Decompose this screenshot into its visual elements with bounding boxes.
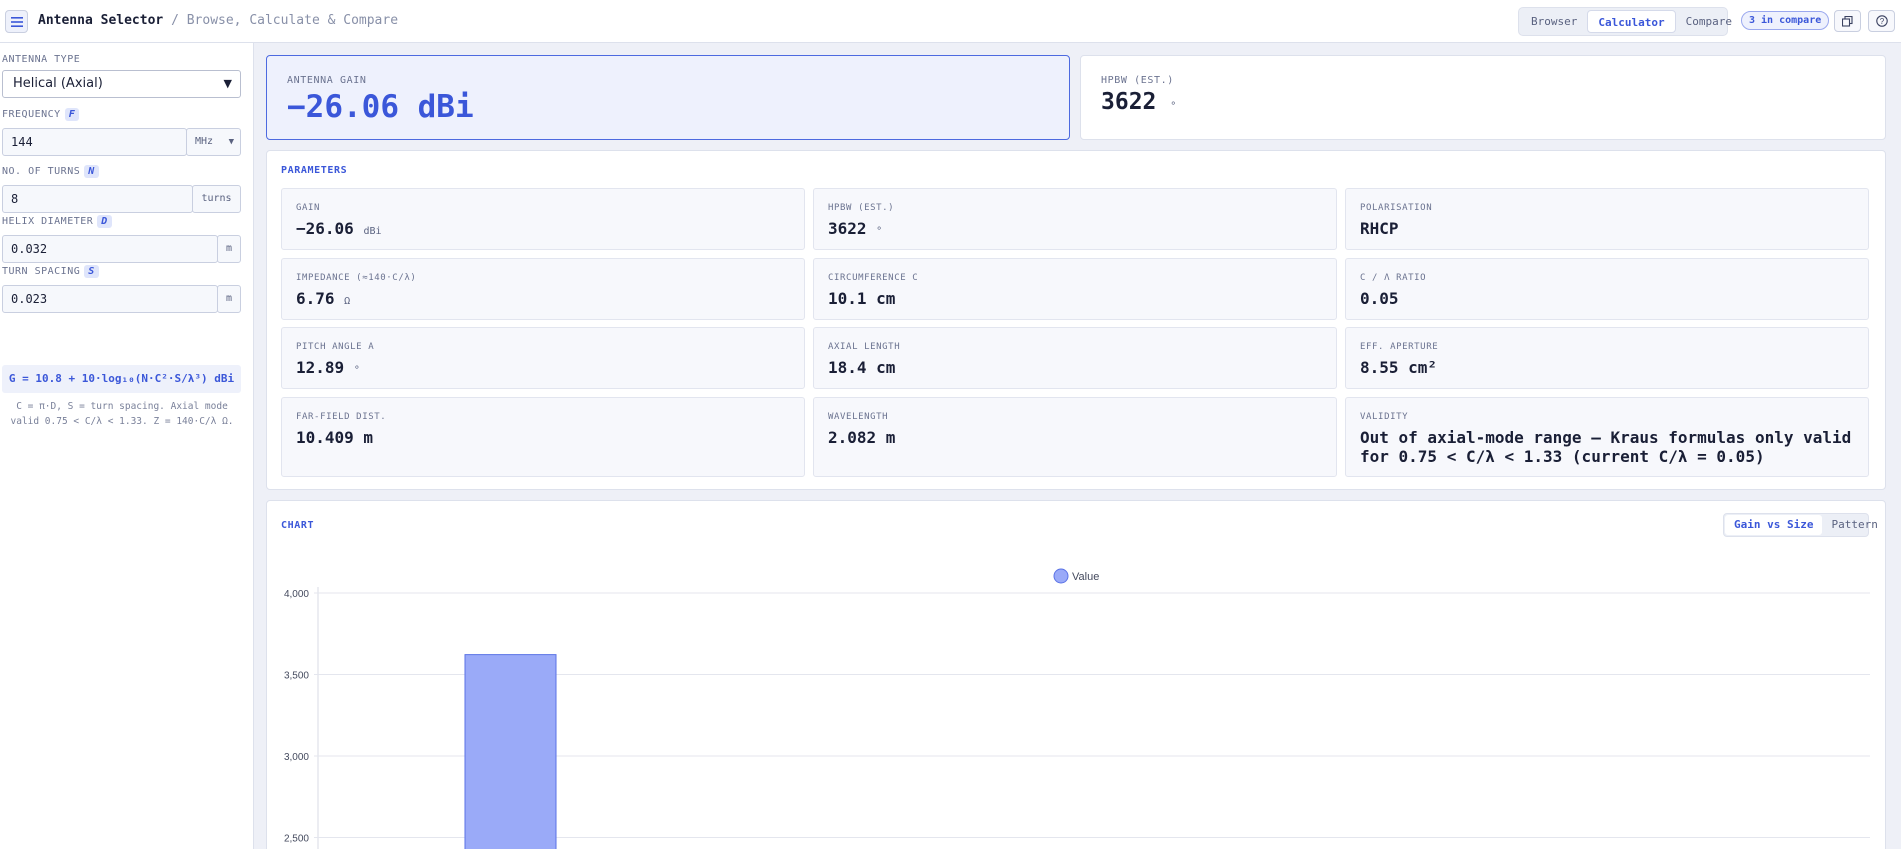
chevron-down-icon: ▼ <box>228 137 234 147</box>
copy-button[interactable] <box>1834 10 1861 32</box>
parameter-value: 10.409 m <box>296 428 374 447</box>
svg-text:?: ? <box>1879 17 1884 26</box>
parameter-value: RHCP <box>1360 219 1399 238</box>
gain-summary-label: ANTENNA GAIN <box>287 75 367 86</box>
help-icon: ? <box>1875 15 1888 27</box>
parameter-card: PITCH ANGLE Α 12.89 ° <box>281 327 805 389</box>
app-subtitle: / Browse, Calculate & Compare <box>171 13 399 28</box>
frequency-label: FREQUENCY F <box>2 108 80 121</box>
parameter-card: IMPEDANCE (≈140·C/λ) 6.76 Ω <box>281 258 805 320</box>
input-sidebar: ANTENNA TYPE Helical (Axial) ▼ FREQUENCY… <box>0 43 254 849</box>
menu-button[interactable] <box>5 10 28 33</box>
turns-unit: turns <box>192 185 241 213</box>
spacing-label: TURN SPACING S <box>2 265 99 278</box>
y-tick-label: 4,000 <box>284 589 309 600</box>
parameter-value: 2.082 m <box>828 428 896 447</box>
frequency-unit-select[interactable]: MHz ▼ <box>186 128 241 156</box>
parameter-value: 6.76 Ω <box>296 289 351 308</box>
parameter-label: IMPEDANCE (≈140·C/λ) <box>296 273 417 283</box>
parameter-value: 8.55 cm² <box>1360 358 1438 377</box>
tab-browser[interactable]: Browser <box>1521 10 1587 33</box>
legend-label: Value <box>1072 571 1099 583</box>
chart-panel: CHART Gain vs Size Pattern 2,500 3,000 3,5… <box>266 500 1886 849</box>
compare-count-badge[interactable]: 3 in compare <box>1741 11 1830 30</box>
turns-label: NO. OF TURNS N <box>2 165 99 178</box>
parameter-value: 0.05 <box>1360 289 1399 308</box>
bar[interactable] <box>464 654 557 849</box>
formula-note: C = π·D, S = turn spacing. Axial mode va… <box>10 401 234 427</box>
app-title: Antenna Selector / Browse, Calculate & C… <box>38 13 398 28</box>
frequency-unit-value: MHz <box>195 136 214 147</box>
parameter-label: VALIDITY <box>1360 412 1409 422</box>
turns-input[interactable]: 8 <box>2 185 193 213</box>
frequency-input[interactable]: 144 <box>2 128 187 156</box>
diameter-input[interactable]: 0.032 <box>2 235 218 263</box>
parameter-card: C / Λ RATIO 0.05 <box>1345 258 1869 320</box>
y-tick-label: 3,000 <box>284 752 309 763</box>
copy-icon <box>1842 15 1853 27</box>
parameter-label: CIRCUMFERENCE C <box>828 273 919 283</box>
antenna-type-select[interactable]: Helical (Axial) ▼ <box>2 70 241 98</box>
parameter-card: AXIAL LENGTH 18.4 cm <box>813 327 1337 389</box>
parameter-card: GAIN −26.06 dBi <box>281 188 805 250</box>
parameters-title: PARAMETERS <box>281 165 348 176</box>
parameter-value: 12.89 ° <box>296 358 360 377</box>
parameter-label: C / Λ RATIO <box>1360 273 1427 283</box>
parameter-label: AXIAL LENGTH <box>828 342 901 352</box>
parameter-card: HPBW (EST.) 3622 ° <box>813 188 1337 250</box>
parameter-label: POLARISATION <box>1360 203 1433 213</box>
parameter-value: Out of axial-mode range — Kraus formulas… <box>1360 428 1852 466</box>
parameter-card: FAR-FIELD DIST. 10.409 m <box>281 397 805 477</box>
mode-switcher: Browser Calculator Compare <box>1518 7 1732 36</box>
gain-bar-chart: 2,500 3,000 3,500 4,000 Value <box>284 568 1870 849</box>
help-button[interactable]: ? <box>1868 10 1895 32</box>
hpbw-summary-value: 3622 ° <box>1101 89 1177 115</box>
spacing-input[interactable]: 0.023 <box>2 285 218 313</box>
parameter-label: PITCH ANGLE Α <box>296 342 375 352</box>
spacing-unit: m <box>217 285 241 313</box>
hpbw-summary-label: HPBW (EST.) <box>1101 75 1174 86</box>
parameter-label: GAIN <box>296 203 321 213</box>
parameter-label: WAVELENGTH <box>828 412 889 422</box>
diameter-label: HELIX DIAMETER D <box>2 215 112 228</box>
gain-summary-card: ANTENNA GAIN −26.06 dBi <box>266 55 1070 140</box>
tab-compare[interactable]: Compare <box>1676 10 1742 33</box>
gain-formula: G = 10.8 + 10·log₁₀(N·C²·S/λ³) dBi <box>2 365 241 393</box>
hpbw-summary-card: HPBW (EST.) 3622 ° <box>1080 55 1886 140</box>
parameter-value: 10.1 cm <box>828 289 896 308</box>
gain-summary-value: −26.06 dBi <box>287 89 474 125</box>
parameter-card: VALIDITY Out of axial-mode range — Kraus … <box>1345 397 1869 477</box>
turns-var-badge: N <box>84 165 99 178</box>
parameter-card: WAVELENGTH 2.082 m <box>813 397 1337 477</box>
tab-calculator[interactable]: Calculator <box>1587 10 1676 33</box>
diameter-var-badge: D <box>97 215 112 228</box>
chevron-down-icon: ▼ <box>223 77 232 90</box>
parameter-value: 3622 ° <box>828 219 883 238</box>
spacing-var-badge: S <box>84 265 99 278</box>
parameter-card: CIRCUMFERENCE C 10.1 cm <box>813 258 1337 320</box>
parameter-card: POLARISATION RHCP <box>1345 188 1869 250</box>
parameter-label: FAR-FIELD DIST. <box>296 412 387 422</box>
frequency-var-badge: F <box>64 108 80 121</box>
app-name: Antenna Selector <box>38 13 164 28</box>
parameter-card: EFF. APERTURE 8.55 cm² <box>1345 327 1869 389</box>
top-bar: Antenna Selector / Browse, Calculate & C… <box>0 0 1901 43</box>
parameters-panel: PARAMETERS GAIN −26.06 dBi HPBW (EST.) 3622… <box>266 150 1886 490</box>
diameter-unit: m <box>217 235 241 263</box>
hamburger-icon <box>10 16 23 27</box>
antenna-type-value: Helical (Axial) <box>13 76 103 91</box>
parameter-value: −26.06 dBi <box>296 219 382 238</box>
y-tick-label: 2,500 <box>284 834 309 845</box>
parameter-value: 18.4 cm <box>828 358 896 377</box>
antenna-type-label: ANTENNA TYPE <box>2 54 81 65</box>
parameter-label: HPBW (EST.) <box>828 203 895 213</box>
y-tick-label: 3,500 <box>284 671 309 682</box>
legend-swatch <box>1053 568 1069 584</box>
parameter-label: EFF. APERTURE <box>1360 342 1439 352</box>
